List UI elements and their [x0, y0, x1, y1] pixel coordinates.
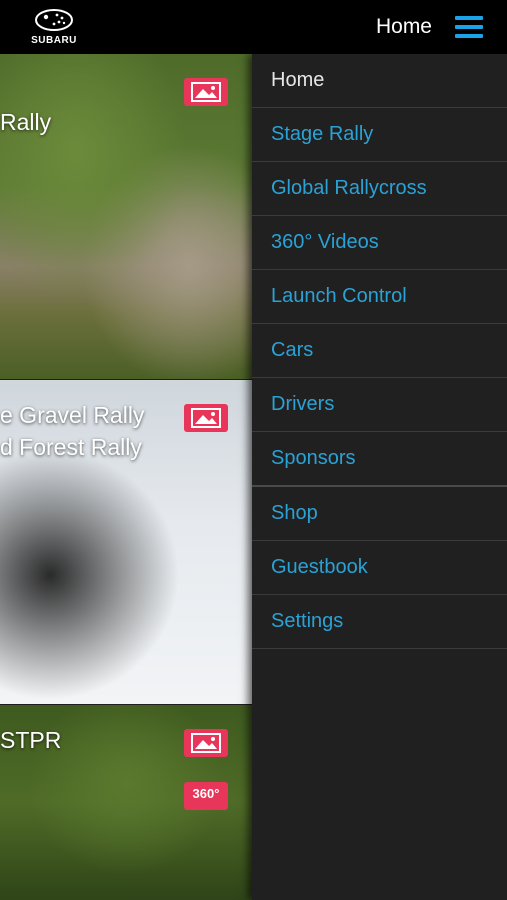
- subaru-logo[interactable]: SUBARU: [24, 8, 84, 48]
- menu-item-settings[interactable]: Settings: [252, 595, 507, 649]
- card-title: Rally: [0, 109, 52, 135]
- menu-item-label: Global Rallycross: [271, 177, 427, 199]
- menu-item-label: Guestbook: [271, 556, 368, 578]
- menu-item-global-rallycross[interactable]: Global Rallycross: [252, 162, 507, 216]
- menu-item-label: Sponsors: [271, 447, 356, 469]
- top-app-bar: SUBARU Home: [0, 0, 507, 54]
- menu-item-label: Home: [271, 69, 325, 91]
- image-badge-icon: [184, 404, 228, 432]
- subaru-stars-icon: [35, 9, 73, 31]
- card-title-line-2: d Forest Rally: [0, 434, 142, 460]
- image-badge-icon: [184, 78, 228, 106]
- menu-item-label: Settings: [271, 610, 344, 632]
- feed-card[interactable]: e Gravel Rally d Forest Rally: [0, 380, 252, 705]
- menu-item-stage-rally[interactable]: Stage Rally: [252, 108, 507, 162]
- menu-item-360-videos[interactable]: 360° Videos: [252, 216, 507, 270]
- menu-item-launch-control[interactable]: Launch Control: [252, 270, 507, 324]
- menu-item-cars[interactable]: Cars: [252, 324, 507, 378]
- menu-item-label: Stage Rally: [271, 123, 374, 145]
- menu-item-label: Shop: [271, 502, 318, 524]
- menu-item-label: Cars: [271, 339, 314, 361]
- logo-text: SUBARU: [31, 35, 77, 46]
- hamburger-menu-icon[interactable]: [455, 16, 483, 38]
- page-title: Home: [375, 15, 432, 38]
- menu-item-guestbook[interactable]: Guestbook: [252, 541, 507, 595]
- menu-item-sponsors[interactable]: Sponsors: [252, 432, 507, 487]
- image-badge-icon: [184, 729, 228, 757]
- feed-card[interactable]: Rally: [0, 54, 252, 380]
- video-360-badge-icon: 360°: [184, 782, 228, 810]
- menu-item-label: Drivers: [271, 393, 335, 415]
- menu-item-shop[interactable]: Shop: [252, 487, 507, 541]
- navigation-drawer: Home Stage Rally Global Rallycross 360° …: [252, 54, 507, 900]
- menu-item-label: Launch Control: [271, 285, 407, 307]
- content-feed: Rally e Gravel Rally d Forest Rally STPR…: [0, 54, 252, 900]
- card-title: STPR: [0, 727, 62, 753]
- card-title-line-1: e Gravel Rally: [0, 402, 145, 428]
- menu-item-drivers[interactable]: Drivers: [252, 378, 507, 432]
- menu-item-home[interactable]: Home: [252, 54, 507, 108]
- menu-item-label: 360° Videos: [271, 231, 379, 253]
- feed-card[interactable]: STPR 360°: [0, 705, 252, 900]
